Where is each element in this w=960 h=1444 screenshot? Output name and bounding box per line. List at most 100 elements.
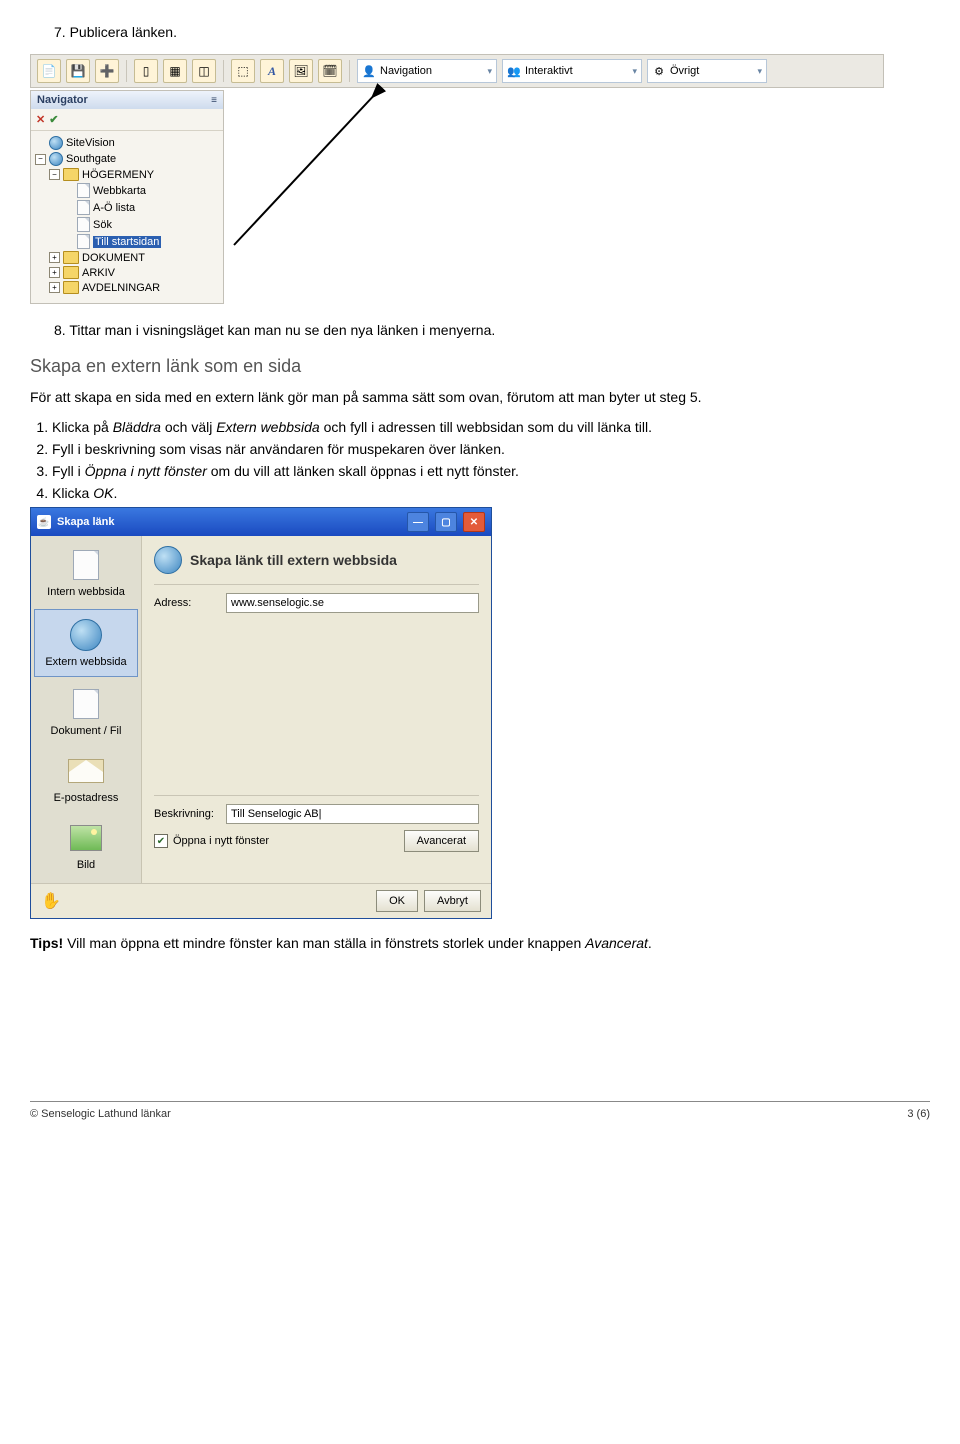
- address-row: Adress: www.senselogic.se: [154, 593, 479, 613]
- folder-icon: [63, 168, 79, 181]
- tips-italic: Avancerat: [585, 935, 648, 951]
- folder-icon: [63, 281, 79, 294]
- list-item: Klicka OK.: [52, 485, 930, 501]
- close-icon[interactable]: ✕: [463, 512, 485, 532]
- person-icon: 👤: [362, 64, 376, 78]
- expand-icon[interactable]: +: [49, 267, 60, 278]
- tree-item-aolista[interactable]: A-Ö lista: [35, 199, 219, 216]
- expand-icon[interactable]: +: [49, 282, 60, 293]
- tips-bold: Tips!: [30, 935, 63, 951]
- tree-item-avdel[interactable]: + AVDELNINGAR: [35, 280, 219, 295]
- inter-label: Interaktivt: [525, 65, 573, 77]
- dialog-titlebar: ☕ Skapa länk — ▢ ✕: [31, 508, 491, 536]
- tree-label: DOKUMENT: [82, 252, 145, 264]
- tree-item-hogermeny[interactable]: − HÖGERMENY: [35, 167, 219, 182]
- editor-toolbar: 📄 💾 ➕ ▯ ▦ ◫ ⬚ A 🖼 🗓 👤 Navigation ▾ 👥 Int…: [30, 54, 884, 88]
- sidebar-label: Intern webbsida: [47, 586, 125, 599]
- toolbar-layout2-icon[interactable]: ◫: [192, 59, 216, 83]
- create-link-dialog: ☕ Skapa länk — ▢ ✕ Intern webbsida Exter…: [30, 507, 492, 919]
- tree-item-arkiv[interactable]: + ARKIV: [35, 265, 219, 280]
- tree-label: Sök: [93, 219, 112, 231]
- toolbar-separator: [223, 60, 224, 82]
- toolbar-interactive-dropdown[interactable]: 👥 Interaktivt ▾: [502, 59, 642, 83]
- checkbox-icon: ✔: [154, 834, 168, 848]
- tree-label: SiteVision: [66, 137, 115, 149]
- page-footer: © Senselogic Lathund länkar 3 (6): [30, 1101, 930, 1120]
- sidebar-label: Bild: [77, 859, 95, 872]
- page-icon: [68, 548, 104, 582]
- hand-icon: ✋: [41, 891, 63, 911]
- toolbar-separator: [126, 60, 127, 82]
- address-label: Adress:: [154, 597, 220, 609]
- open-new-window-checkbox[interactable]: ✔ Öppna i nytt fönster: [154, 834, 269, 848]
- tree-label: Webbkarta: [93, 185, 146, 197]
- globe-icon: [154, 546, 182, 574]
- description-label: Beskrivning:: [154, 808, 220, 820]
- step-8-num: 8.: [54, 322, 66, 338]
- description-row: Beskrivning: Till Senselogic AB|: [154, 804, 479, 824]
- check-icon[interactable]: ✔: [49, 113, 58, 126]
- person-icon: 👥: [507, 64, 521, 78]
- address-input[interactable]: www.senselogic.se: [226, 593, 479, 613]
- sidebar-label: Dokument / Fil: [51, 725, 122, 738]
- chevron-down-icon: ▾: [757, 66, 762, 77]
- menu-icon[interactable]: ≡: [211, 95, 217, 106]
- sidebar-label: Extern webbsida: [45, 656, 126, 669]
- toolbar-separator: [349, 60, 350, 82]
- chevron-down-icon: ▾: [487, 66, 492, 77]
- sidebar-item-intern[interactable]: Intern webbsida: [31, 540, 141, 607]
- step-8: 8. Tittar man i visningsläget kan man nu…: [54, 322, 930, 338]
- tree-label: Southgate: [66, 153, 116, 165]
- ovrigt-label: Övrigt: [670, 65, 699, 77]
- description-input[interactable]: Till Senselogic AB|: [226, 804, 479, 824]
- toolbar-save-icon[interactable]: 💾: [66, 59, 90, 83]
- tree-item-root[interactable]: SiteVision: [35, 135, 219, 151]
- tree-item-tillstart[interactable]: Till startsidan: [35, 233, 219, 250]
- java-icon: ☕: [37, 515, 51, 529]
- tree-item-webbkarta[interactable]: Webbkarta: [35, 182, 219, 199]
- maximize-icon[interactable]: ▢: [435, 512, 457, 532]
- globe-icon: [68, 618, 104, 652]
- envelope-icon: [68, 754, 104, 788]
- collapse-icon[interactable]: −: [35, 154, 46, 165]
- toolbar-grid-icon[interactable]: ▦: [163, 59, 187, 83]
- footer-left: © Senselogic Lathund länkar: [30, 1108, 171, 1120]
- footer-right: 3 (6): [907, 1108, 930, 1120]
- page-icon: [77, 217, 90, 232]
- sidebar-item-bild[interactable]: Bild: [31, 813, 141, 880]
- collapse-icon[interactable]: −: [49, 169, 60, 180]
- step-7: 7. Publicera länken.: [54, 24, 930, 40]
- toolbar-add-icon[interactable]: ➕: [95, 59, 119, 83]
- toolbar-layout1-icon[interactable]: ▯: [134, 59, 158, 83]
- minimize-icon[interactable]: —: [407, 512, 429, 532]
- tree-label-selected: Till startsidan: [93, 236, 161, 248]
- dialog-heading-text: Skapa länk till extern webbsida: [190, 552, 397, 568]
- step-7-text: Publicera länken.: [70, 24, 177, 40]
- tree-item-dokument[interactable]: + DOKUMENT: [35, 250, 219, 265]
- sidebar-item-extern[interactable]: Extern webbsida: [34, 609, 138, 678]
- tips-paragraph: Tips! Vill man öppna ett mindre fönster …: [30, 935, 930, 951]
- expand-icon[interactable]: +: [49, 252, 60, 263]
- step-7-num: 7.: [54, 24, 66, 40]
- cancel-button[interactable]: Avbryt: [424, 890, 481, 912]
- navigator-title: Navigator: [37, 94, 88, 106]
- dialog-title: Skapa länk: [57, 516, 114, 528]
- nav-label: Navigation: [380, 65, 432, 77]
- tree-label: ARKIV: [82, 267, 115, 279]
- image-icon: [68, 821, 104, 855]
- page-icon: [77, 234, 90, 249]
- sidebar-item-dokument[interactable]: Dokument / Fil: [31, 679, 141, 746]
- sidebar-item-epost[interactable]: E-postadress: [31, 746, 141, 813]
- close-icon[interactable]: ✕: [36, 113, 45, 126]
- tree-label: AVDELNINGAR: [82, 282, 160, 294]
- ok-button[interactable]: OK: [376, 890, 418, 912]
- site-icon: [49, 152, 63, 166]
- list-item: Klicka på Bläddra och välj Extern webbsi…: [52, 419, 930, 435]
- gear-icon: ⚙: [652, 64, 666, 78]
- toolbar-new-icon[interactable]: 📄: [37, 59, 61, 83]
- navigator-tree: SiteVision − Southgate − HÖGERMENY Webbk…: [31, 131, 223, 303]
- tree-item-sok[interactable]: Sök: [35, 216, 219, 233]
- tree-item-southgate[interactable]: − Southgate: [35, 151, 219, 167]
- advanced-button[interactable]: Avancerat: [404, 830, 479, 852]
- toolbar-other-dropdown[interactable]: ⚙ Övrigt ▾: [647, 59, 767, 83]
